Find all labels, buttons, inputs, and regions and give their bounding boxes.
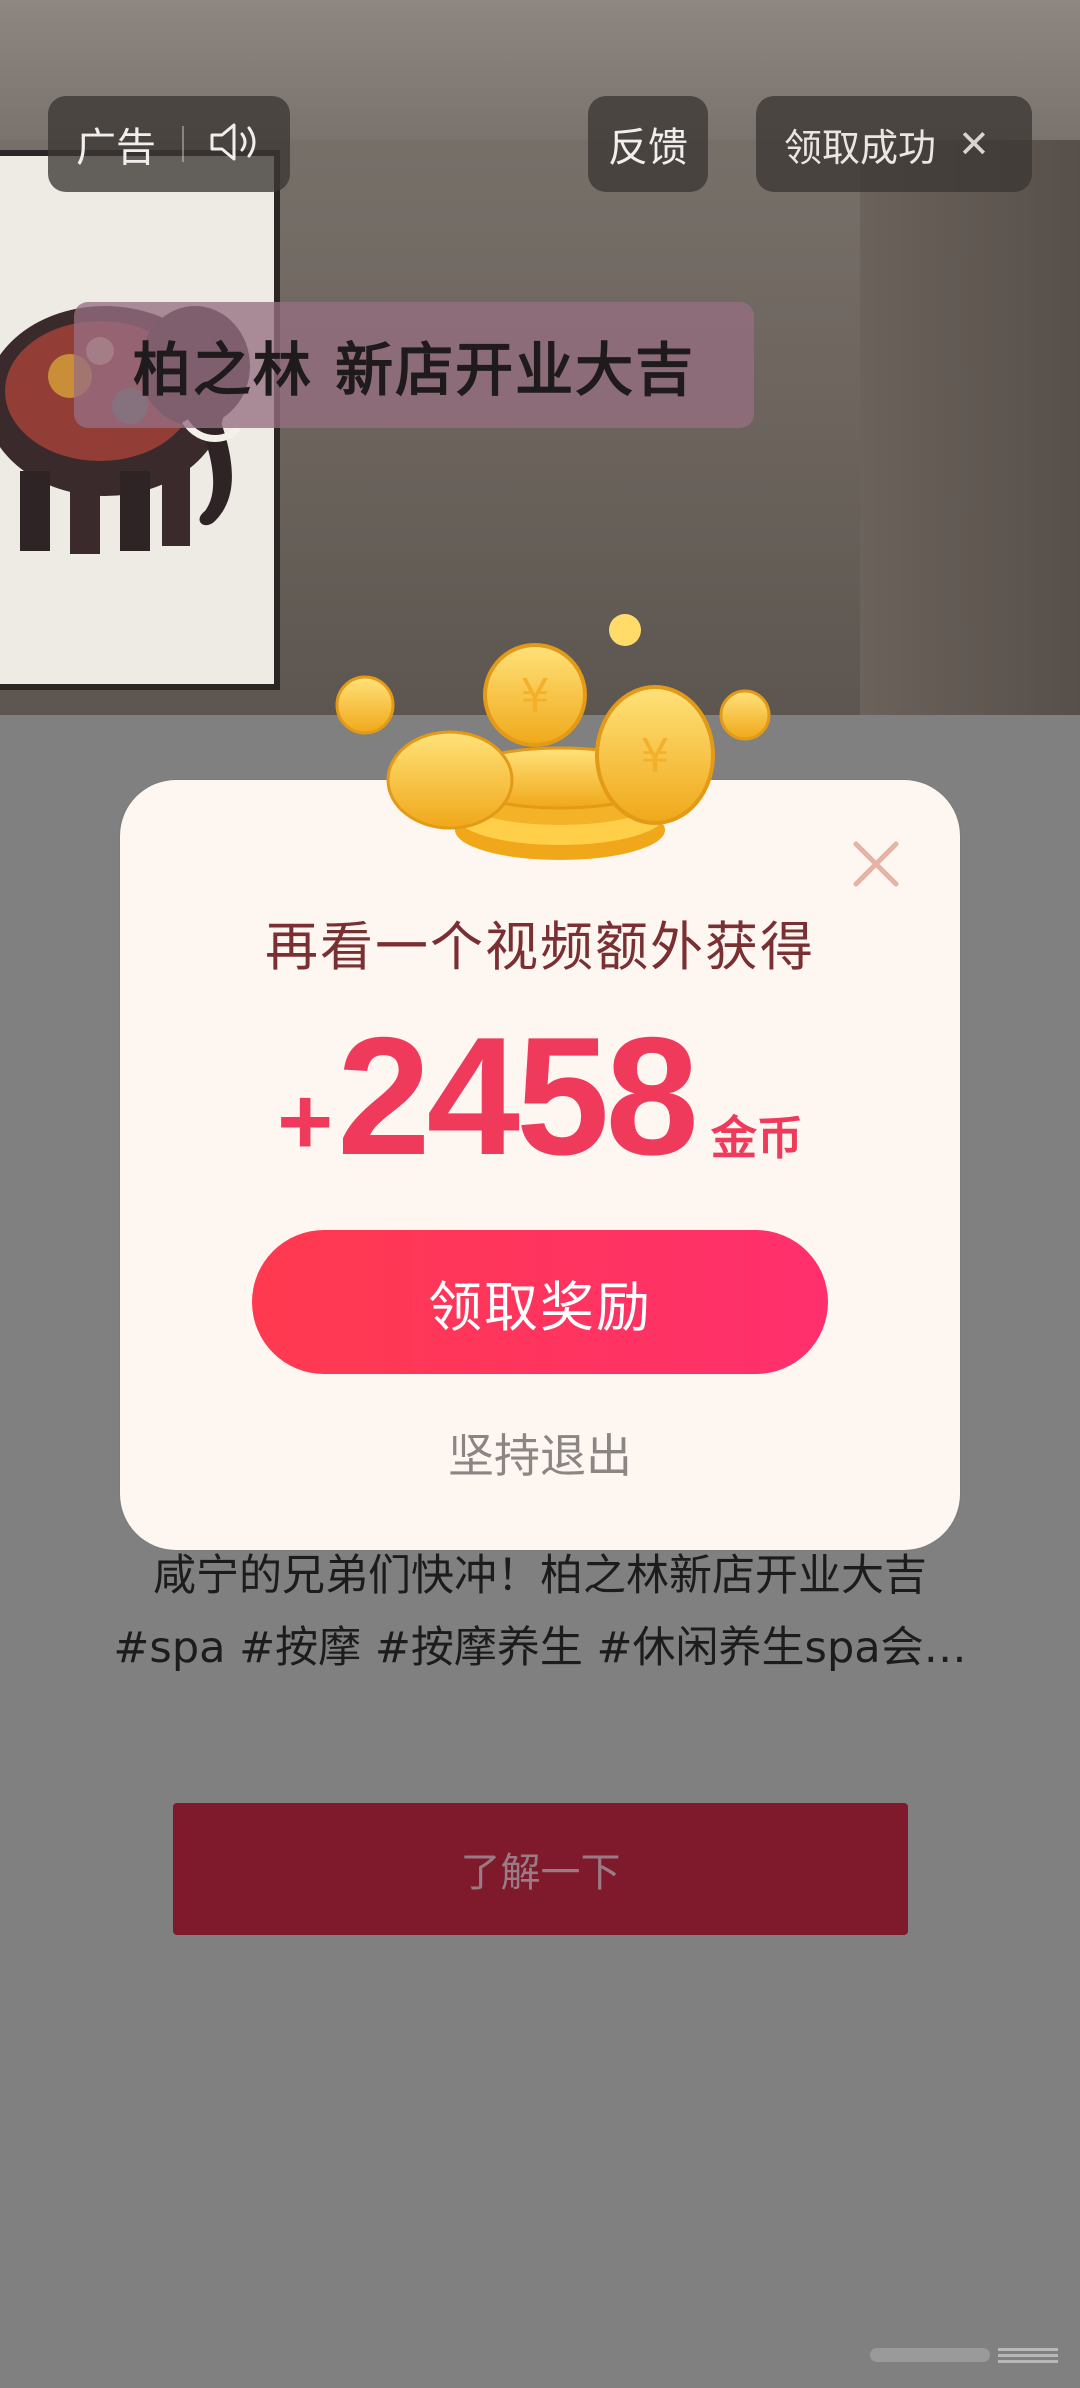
ad-label-chip: 广告 <box>48 96 290 192</box>
ad-description-line-1: 咸宁的兄弟们快冲！柏之林新店开业大吉 <box>153 1551 927 1601</box>
chip-divider <box>182 126 184 162</box>
feedback-button[interactable]: 反馈 <box>588 96 708 192</box>
reward-amount-value: 2458 <box>337 1002 699 1190</box>
coins-illustration: ¥ ¥ <box>335 614 771 860</box>
reward-amount-sign: + <box>277 1068 334 1175</box>
claim-success-close-button[interactable]: 领取成功 ✕ <box>756 96 1032 192</box>
speaker-icon[interactable] <box>208 120 264 168</box>
claim-success-label: 领取成功 <box>784 125 937 170</box>
ad-description-line-2: #spa #按摩 #按摩养生 #休闲养生spa会… <box>113 1623 967 1673</box>
ad-description: 咸宁的兄弟们快冲！柏之林新店开业大吉 #spa #按摩 #按摩养生 #休闲养生s… <box>60 1540 1020 1684</box>
dialog-headline: 再看一个视频额外获得 <box>265 917 815 978</box>
svg-text:¥: ¥ <box>520 669 549 723</box>
video-wall <box>860 140 1080 715</box>
ad-label: 广告 <box>76 125 156 171</box>
home-indicator-icon <box>870 2348 1058 2363</box>
reward-amount-unit: 金币 <box>710 1112 803 1164</box>
close-icon[interactable]: ✕ <box>958 122 990 166</box>
video-banner: 柏之林 新店开业大吉 <box>74 302 754 428</box>
learn-more-button[interactable]: 了解一下 <box>173 1803 908 1935</box>
screen: 广告 反馈 领取成功 ✕ 柏之林 新店开业大吉 咸宁的兄弟们快冲！柏之林新店开业… <box>0 0 1080 2388</box>
dialog-close-icon[interactable] <box>848 836 904 892</box>
claim-reward-button[interactable]: 领取奖励 <box>252 1230 828 1374</box>
quit-link[interactable]: 坚持退出 <box>120 1420 960 1486</box>
svg-text:¥: ¥ <box>640 729 669 783</box>
reward-amount: + 2458 金币 <box>120 1000 960 1193</box>
